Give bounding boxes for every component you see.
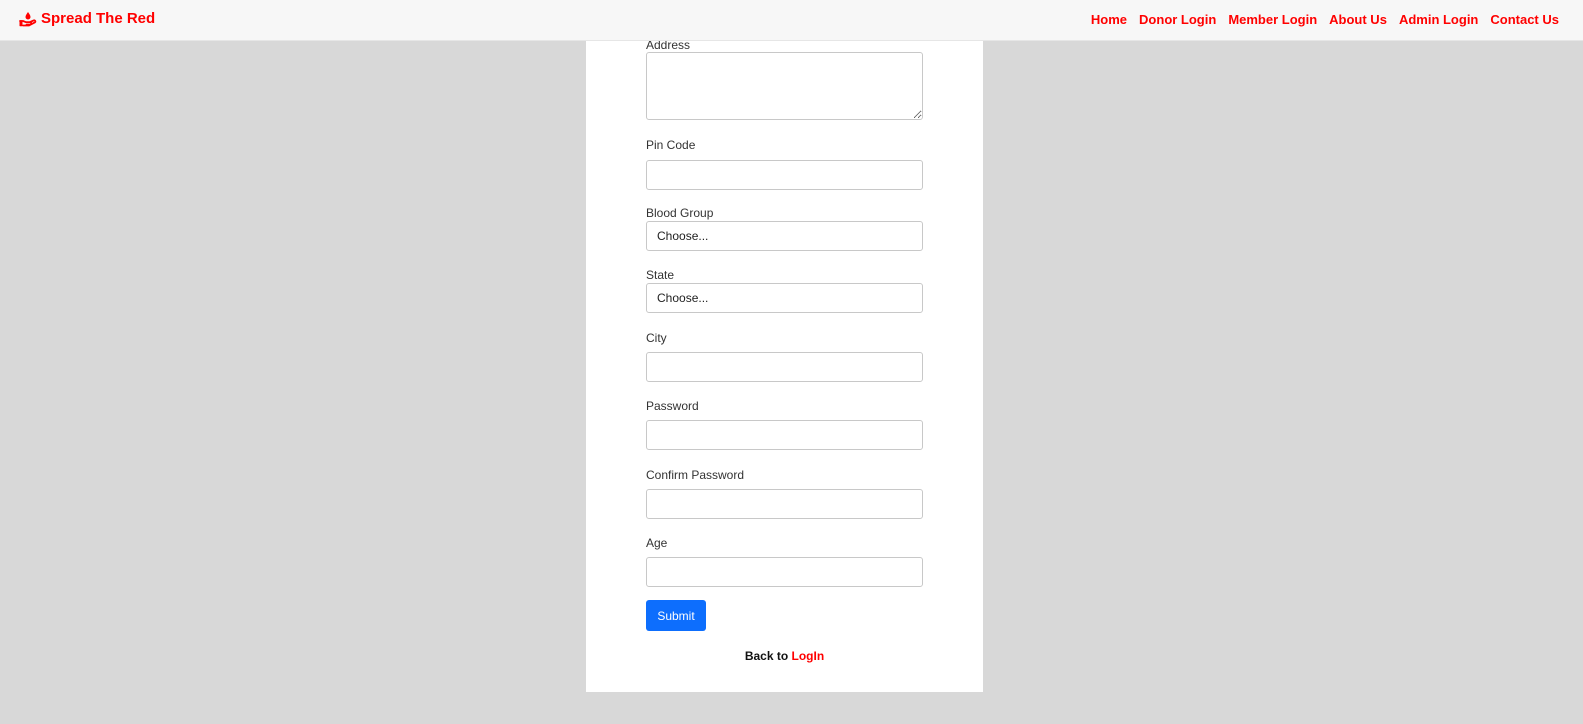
nav-admin-login[interactable]: Admin Login bbox=[1399, 11, 1478, 28]
back-to-login: Back to LogIn bbox=[646, 649, 923, 663]
city-group: City bbox=[646, 331, 923, 382]
age-input[interactable] bbox=[646, 557, 923, 587]
age-group: Age bbox=[646, 536, 923, 587]
confirm-password-label: Confirm Password bbox=[646, 468, 745, 482]
navbar: Spread The Red Home Donor Login Member L… bbox=[0, 0, 1583, 41]
blood-group-selected: Choose... bbox=[657, 229, 709, 243]
nav-contact-us[interactable]: Contact Us bbox=[1490, 11, 1559, 28]
nav-member-login[interactable]: Member Login bbox=[1228, 11, 1317, 28]
state-selected: Choose... bbox=[657, 291, 709, 305]
state-select[interactable]: Choose... bbox=[646, 283, 923, 313]
nav-donor-login[interactable]: Donor Login bbox=[1139, 11, 1216, 28]
city-input[interactable] bbox=[646, 352, 923, 382]
state-group: State Choose... bbox=[646, 268, 923, 313]
password-group: Password bbox=[646, 399, 923, 450]
registration-card: Address Pin Code Blood Group Choose... S… bbox=[586, 0, 983, 692]
nav-links: Home Donor Login Member Login About Us A… bbox=[1091, 11, 1559, 28]
brand-name: Spread The Red bbox=[41, 10, 156, 27]
blood-group-group: Blood Group Choose... bbox=[646, 206, 923, 251]
confirm-password-input[interactable] bbox=[646, 489, 923, 519]
pin-code-input[interactable] bbox=[646, 160, 923, 190]
submit-button[interactable]: Submit bbox=[646, 600, 706, 631]
pin-code-group: Pin Code bbox=[646, 138, 923, 190]
password-label: Password bbox=[646, 399, 699, 413]
blood-group-label: Blood Group bbox=[646, 206, 714, 220]
pin-code-label: Pin Code bbox=[646, 138, 696, 152]
blood-group-select[interactable]: Choose... bbox=[646, 221, 923, 251]
back-text: Back to bbox=[744, 649, 789, 663]
age-label: Age bbox=[646, 536, 668, 550]
address-group: Address bbox=[646, 38, 923, 120]
address-input[interactable] bbox=[646, 52, 923, 120]
city-label: City bbox=[646, 331, 667, 345]
state-label: State bbox=[646, 268, 675, 282]
nav-about-us[interactable]: About Us bbox=[1329, 11, 1387, 28]
login-link[interactable]: LogIn bbox=[792, 649, 825, 663]
confirm-password-group: Confirm Password bbox=[646, 468, 923, 519]
nav-home[interactable]: Home bbox=[1091, 11, 1127, 28]
password-input[interactable] bbox=[646, 420, 923, 450]
brand-link[interactable]: Spread The Red bbox=[19, 9, 155, 29]
hand-drop-icon bbox=[19, 12, 37, 27]
